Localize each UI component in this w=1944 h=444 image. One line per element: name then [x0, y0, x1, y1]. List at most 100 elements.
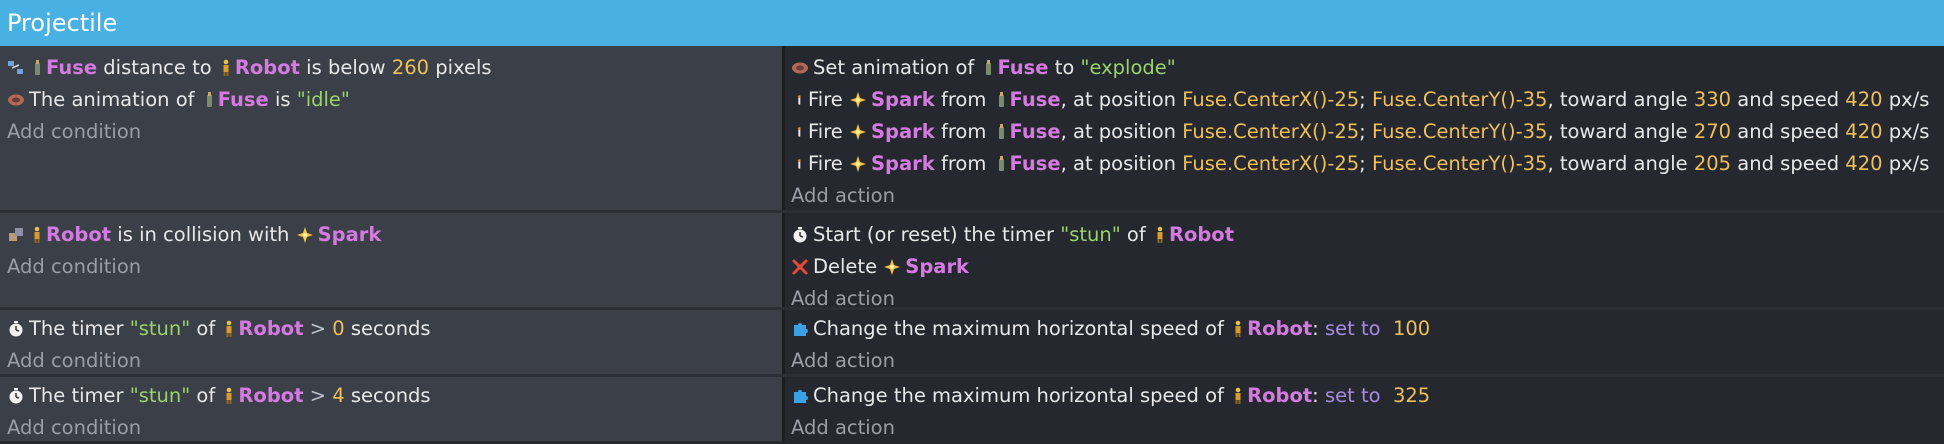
action-text: Delete — [813, 255, 884, 278]
object-name[interactable]: Robot — [1169, 223, 1234, 246]
action-text: , at position — [1060, 120, 1183, 143]
action-text: Set animation of — [813, 56, 981, 79]
action-text: and speed — [1731, 88, 1846, 111]
comparison-operator[interactable]: > — [304, 317, 333, 340]
add-condition-button[interactable]: Add condition — [7, 412, 782, 444]
robot-object-icon — [223, 320, 235, 338]
expression[interactable]: Fuse.CenterX()-25 — [1182, 120, 1359, 143]
animation-name[interactable]: "explode" — [1081, 56, 1176, 79]
actions-column[interactable]: Change the maximum horizontal speed of R… — [782, 310, 1944, 374]
action-text: ; — [1359, 120, 1372, 143]
condition[interactable]: The timer "stun" of Robot > 4 seconds — [7, 380, 782, 412]
group-header[interactable]: Projectile — [0, 0, 1944, 46]
expression[interactable]: Fuse.CenterY()-35 — [1372, 88, 1547, 111]
add-condition-button[interactable]: Add condition — [7, 251, 782, 283]
action[interactable]: Delete Spark — [791, 251, 1944, 283]
action-text: Fire — [808, 152, 849, 175]
speed-value[interactable]: 100 — [1393, 317, 1430, 340]
timer-name[interactable]: "stun" — [130, 384, 190, 407]
action[interactable]: Fire Spark from Fuse, at position Fuse.C… — [791, 84, 1944, 116]
robot-object-icon — [220, 59, 232, 77]
object-name[interactable]: Robot — [1247, 384, 1312, 407]
action-text: : — [1312, 317, 1325, 340]
object-name[interactable]: Fuse — [1010, 120, 1061, 143]
action[interactable]: Fire Spark from Fuse, at position Fuse.C… — [791, 148, 1944, 180]
timer-name[interactable]: "stun" — [130, 317, 190, 340]
fire-icon — [793, 155, 805, 173]
event-row[interactable]: The timer "stun" of Robot > 4 seconds Ad… — [0, 374, 1944, 441]
actions-column[interactable]: Set animation of Fuse to "explode" Fire … — [782, 46, 1944, 210]
distance-value[interactable]: 260 — [392, 56, 429, 79]
object-name[interactable]: Spark — [871, 120, 935, 143]
spark-object-icon — [849, 155, 867, 173]
conditions-column[interactable]: Robot is in collision with Spark Add con… — [0, 213, 782, 307]
event-row[interactable]: The timer "stun" of Robot > 0 seconds Ad… — [0, 307, 1944, 374]
action-text: Change the maximum horizontal speed of — [813, 317, 1231, 340]
expression[interactable]: Fuse.CenterY()-35 — [1372, 152, 1547, 175]
animation-name[interactable]: "idle" — [297, 88, 350, 111]
object-name[interactable]: Robot — [238, 317, 303, 340]
angle-value[interactable]: 330 — [1694, 88, 1731, 111]
speed-value[interactable]: 420 — [1845, 120, 1882, 143]
add-action-button[interactable]: Add action — [791, 180, 1944, 212]
speed-value[interactable]: 325 — [1393, 384, 1430, 407]
angle-value[interactable]: 205 — [1694, 152, 1731, 175]
robot-object-icon — [31, 226, 43, 244]
action[interactable]: Fire Spark from Fuse, at position Fuse.C… — [791, 116, 1944, 148]
event-row[interactable]: Robot is in collision with Spark Add con… — [0, 210, 1944, 310]
object-name[interactable]: Fuse — [218, 88, 269, 111]
animation-icon — [791, 59, 809, 77]
add-action-button[interactable]: Add action — [791, 345, 1944, 377]
condition-text: The timer — [29, 384, 130, 407]
object-name[interactable]: Fuse — [1010, 88, 1061, 111]
add-condition-button[interactable]: Add condition — [7, 116, 782, 148]
action[interactable]: Change the maximum horizontal speed of R… — [791, 313, 1944, 345]
spark-object-icon — [849, 123, 867, 141]
condition[interactable]: The timer "stun" of Robot > 0 seconds — [7, 313, 782, 345]
operator-keyword[interactable]: set to — [1325, 317, 1381, 340]
condition-text: pixels — [429, 56, 492, 79]
speed-value[interactable]: 420 — [1845, 88, 1882, 111]
action-text: : — [1312, 384, 1325, 407]
object-name[interactable]: Robot — [1247, 317, 1312, 340]
timer-icon — [791, 226, 809, 244]
timer-icon — [7, 387, 25, 405]
object-name[interactable]: Spark — [871, 88, 935, 111]
object-name[interactable]: Spark — [318, 223, 382, 246]
action-text: ; — [1359, 88, 1372, 111]
condition[interactable]: Fuse distance to Robot is below 260 pixe… — [7, 52, 782, 84]
comparison-operator[interactable]: > — [304, 384, 333, 407]
action[interactable]: Start (or reset) the timer "stun" of Rob… — [791, 219, 1944, 251]
actions-column[interactable]: Start (or reset) the timer "stun" of Rob… — [782, 213, 1944, 310]
object-name[interactable]: Spark — [871, 152, 935, 175]
object-name[interactable]: Spark — [905, 255, 969, 278]
add-condition-button[interactable]: Add condition — [7, 345, 782, 377]
timer-icon — [7, 320, 25, 338]
add-action-button[interactable]: Add action — [791, 412, 1944, 444]
speed-value[interactable]: 420 — [1845, 152, 1882, 175]
condition[interactable]: The animation of Fuse is "idle" — [7, 84, 782, 116]
object-name[interactable]: Fuse — [1010, 152, 1061, 175]
timer-name[interactable]: "stun" — [1060, 223, 1120, 246]
object-name[interactable]: Robot — [238, 384, 303, 407]
object-name[interactable]: Fuse — [46, 56, 97, 79]
actions-column[interactable]: Change the maximum horizontal speed of R… — [782, 377, 1944, 441]
collision-icon — [7, 226, 25, 244]
object-name[interactable]: Robot — [46, 223, 111, 246]
expression[interactable]: Fuse.CenterX()-25 — [1182, 88, 1359, 111]
action[interactable]: Change the maximum horizontal speed of R… — [791, 380, 1944, 412]
operator-keyword[interactable]: set to — [1325, 384, 1381, 407]
seconds-value[interactable]: 4 — [332, 384, 344, 407]
expression[interactable]: Fuse.CenterY()-35 — [1372, 120, 1547, 143]
conditions-column[interactable]: Fuse distance to Robot is below 260 pixe… — [0, 46, 782, 210]
conditions-column[interactable]: The timer "stun" of Robot > 4 seconds Ad… — [0, 377, 782, 441]
angle-value[interactable]: 270 — [1694, 120, 1731, 143]
object-name[interactable]: Fuse — [997, 56, 1048, 79]
seconds-value[interactable]: 0 — [332, 317, 344, 340]
condition[interactable]: Robot is in collision with Spark — [7, 219, 782, 251]
event-row[interactable]: Fuse distance to Robot is below 260 pixe… — [0, 46, 1944, 210]
object-name[interactable]: Robot — [235, 56, 300, 79]
conditions-column[interactable]: The timer "stun" of Robot > 0 seconds Ad… — [0, 310, 782, 374]
expression[interactable]: Fuse.CenterX()-25 — [1182, 152, 1359, 175]
action[interactable]: Set animation of Fuse to "explode" — [791, 52, 1944, 84]
